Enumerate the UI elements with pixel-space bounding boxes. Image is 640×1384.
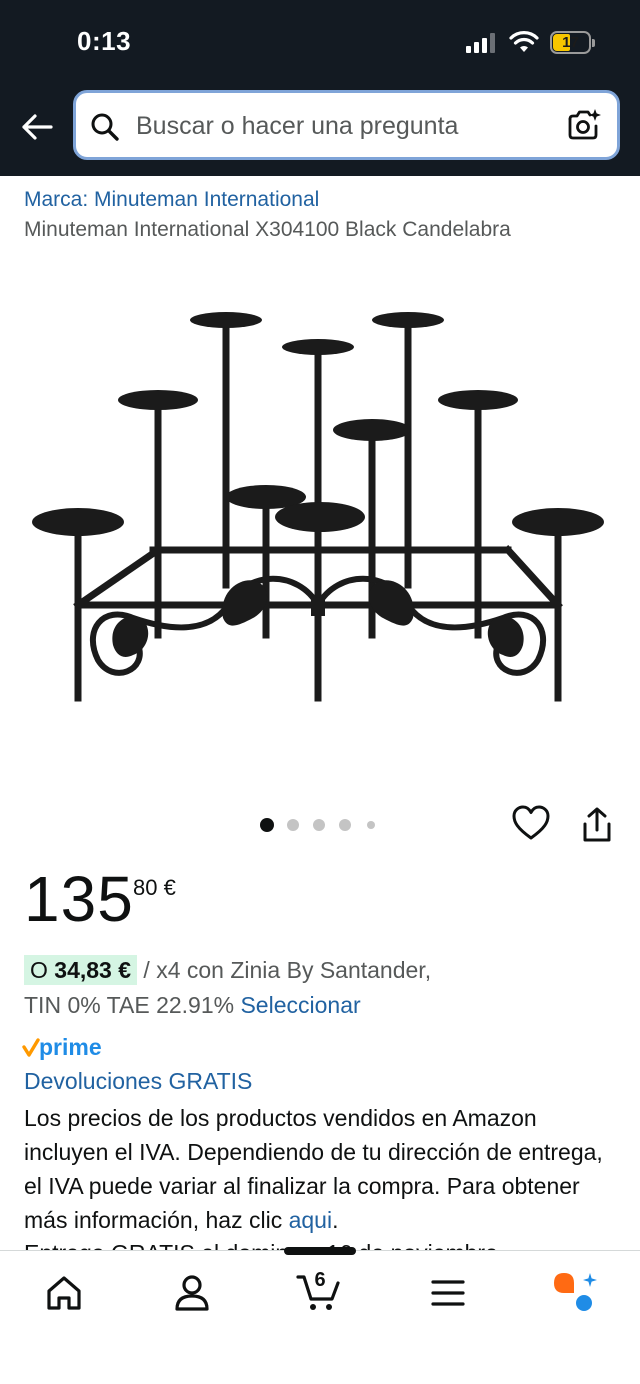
menu-icon[interactable] (424, 1269, 472, 1317)
rufus-ai-icon[interactable] (552, 1269, 600, 1317)
status-bar: 0:13 17 (0, 0, 640, 86)
wifi-icon (509, 31, 539, 52)
pagination-dot-4[interactable] (339, 819, 351, 831)
installment-suffix: / x4 con Zinia By Santander, (143, 957, 432, 983)
brand-link[interactable]: Marca: Minuteman International (24, 188, 319, 212)
tax-notice: Los precios de los productos vendidos en… (24, 1101, 624, 1237)
pagination-dot-1[interactable] (260, 818, 274, 832)
pagination-dot-3[interactable] (313, 819, 325, 831)
arrow-left-icon[interactable] (18, 108, 56, 146)
account-icon[interactable] (168, 1269, 216, 1317)
installment-offer: O 34,83 € / x4 con Zinia By Santander, (24, 952, 431, 988)
price-whole: 135 (24, 863, 134, 935)
cellular-signal-icon (466, 33, 495, 53)
tin-text: TIN 0% TAE 22.91% (24, 992, 235, 1018)
product-title: Minuteman International X304100 Black Ca… (24, 218, 511, 241)
search-input[interactable]: Buscar o hacer una pregunta (136, 112, 458, 141)
candelabra-image[interactable] (28, 300, 612, 710)
prime-logo: prime (22, 1034, 102, 1060)
search-icon (91, 113, 119, 141)
battery-indicator: 17 (550, 31, 596, 55)
installment-prefix: O (30, 957, 48, 983)
price-fraction: 80 € (133, 875, 176, 900)
prime-label: prime (39, 1034, 102, 1060)
cart-count: 6 (314, 1269, 326, 1291)
installment-highlight: O 34,83 € (24, 955, 138, 985)
search-bar[interactable]: Buscar o hacer una pregunta (73, 90, 620, 160)
pagination-dot-2[interactable] (287, 819, 299, 831)
cart-button[interactable]: 6 (296, 1269, 344, 1317)
battery-level: 17 (562, 34, 579, 51)
tin-line: TIN 0% TAE 22.91% Seleccionar (24, 988, 361, 1022)
pagination-dot-5[interactable] (367, 821, 375, 829)
status-time: 0:13 (77, 26, 132, 56)
heart-icon[interactable] (512, 805, 550, 843)
bottom-nav: 6 (0, 1247, 640, 1384)
tax-info-link[interactable]: aqui (289, 1207, 332, 1233)
camera-lens-icon[interactable] (566, 107, 602, 143)
home-icon[interactable] (40, 1269, 88, 1317)
top-bar: 0:13 17 Buscar o hacer una pregunta (0, 0, 640, 176)
share-icon[interactable] (580, 806, 614, 844)
free-returns-link[interactable]: Devoluciones GRATIS (24, 1068, 252, 1095)
tax-notice-end: . (332, 1207, 339, 1233)
active-tab-indicator (284, 1247, 356, 1255)
installment-amount: 34,83 € (54, 957, 132, 983)
select-installment-link[interactable]: Seleccionar (240, 992, 360, 1018)
